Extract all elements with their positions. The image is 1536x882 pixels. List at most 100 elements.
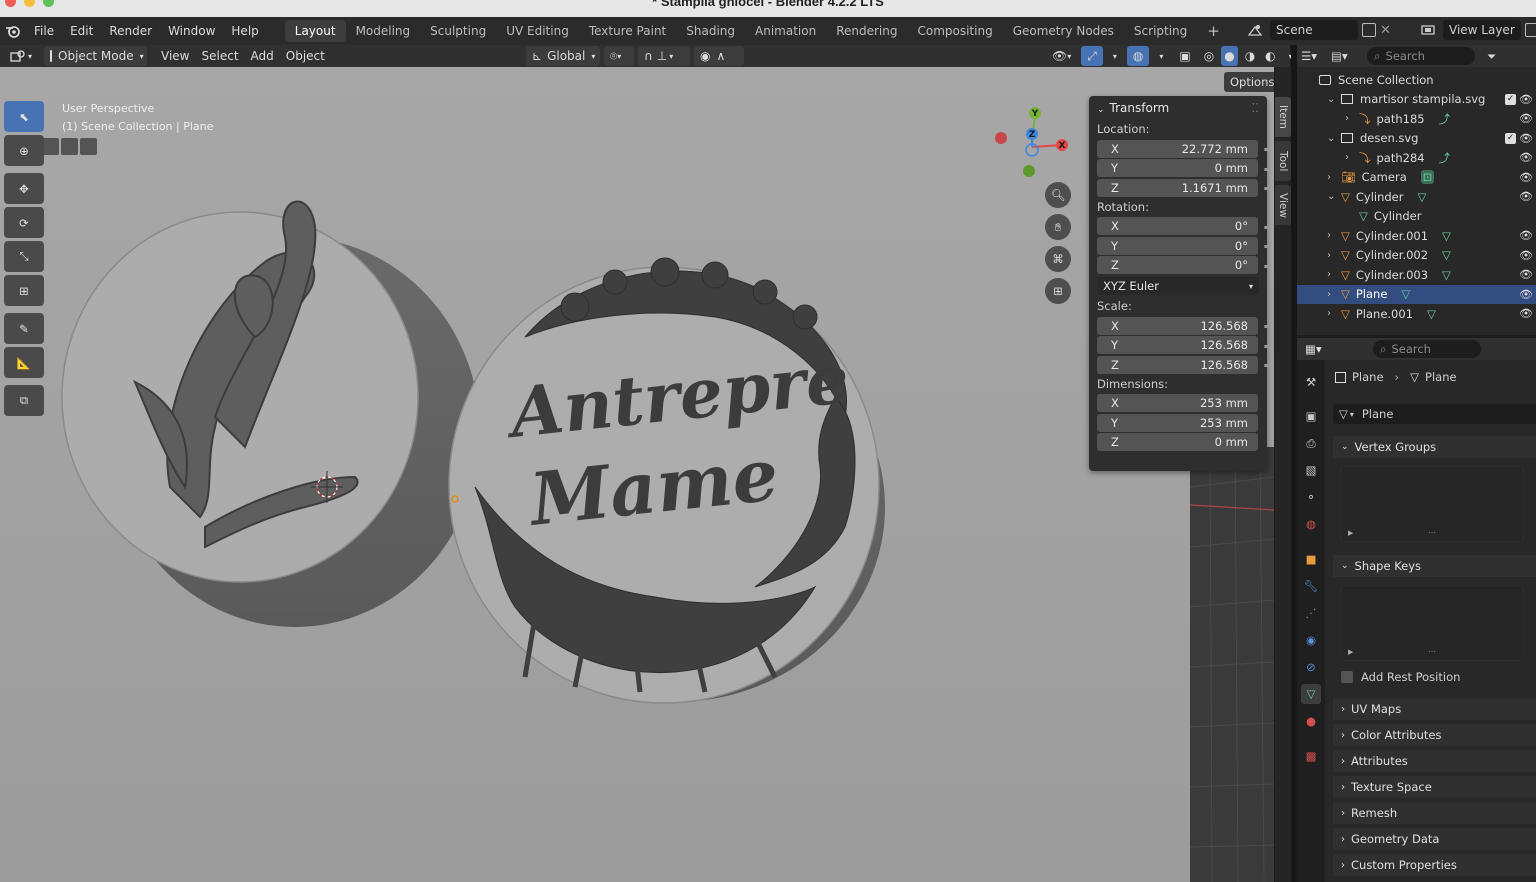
shading-material-icon[interactable]: ◑ xyxy=(1242,46,1258,66)
sidebar-tab-tool[interactable]: Tool xyxy=(1275,141,1291,181)
scene-name-field[interactable]: Scene xyxy=(1270,20,1358,40)
output-properties-tab[interactable]: ⎙ xyxy=(1301,433,1321,453)
navigation-gizmo[interactable]: Y X Z xyxy=(990,105,1070,185)
particle-properties-tab[interactable]: ⋰ xyxy=(1301,603,1321,623)
zoom-icon[interactable]: 🔍︎ xyxy=(1045,182,1071,208)
options-button[interactable]: Options▾ xyxy=(1224,72,1274,92)
right-stamp-cylinder[interactable]: Antrepre Mame xyxy=(448,257,885,704)
new-scene-icon[interactable] xyxy=(1362,23,1376,37)
tab-texture-paint[interactable]: Texture Paint xyxy=(579,20,676,42)
world-properties-tab[interactable]: ◍ xyxy=(1301,514,1321,534)
collapsed-panel-header[interactable]: › Custom Properties xyxy=(1333,854,1536,876)
editor-type-button[interactable]: ▾ xyxy=(4,46,38,66)
scale-y-field[interactable]: Y 126.568 xyxy=(1097,336,1258,355)
pivot-point-selector[interactable]: ⌾ ▾ xyxy=(604,46,634,66)
chevron-down-icon[interactable]: ⌄ xyxy=(1327,94,1341,105)
rotation-z-field[interactable]: Z 0° xyxy=(1097,256,1258,275)
filter-icon[interactable]: ⏷ xyxy=(1487,49,1496,64)
rotation-mode-selector[interactable]: XYZ Euler ▾ xyxy=(1097,277,1259,295)
object-properties-tab[interactable]: ■ xyxy=(1301,549,1321,569)
minimize-window-button[interactable] xyxy=(24,0,35,7)
dimensions-y-field[interactable]: Y 253 mm xyxy=(1097,413,1258,432)
outliner-item[interactable]: ▽ Cylinder xyxy=(1297,207,1536,227)
outliner-search-input[interactable]: ⌕ Search xyxy=(1367,47,1475,65)
tab-rendering[interactable]: Rendering xyxy=(826,20,907,42)
view-layer-icon[interactable] xyxy=(1417,20,1439,40)
scale-x-field[interactable]: X 126.568 xyxy=(1097,316,1258,335)
view-layer-name-field[interactable]: View Layer xyxy=(1443,20,1521,40)
tool-properties-tab[interactable]: ⚒ xyxy=(1301,372,1321,392)
tab-uv-editing[interactable]: UV Editing xyxy=(496,20,579,42)
select-box-tool[interactable]: ⬉ xyxy=(4,101,44,132)
menu-window[interactable]: Window xyxy=(160,17,223,45)
play-triangle-icon[interactable]: ▶ xyxy=(1348,648,1353,656)
transform-tool[interactable]: ⊞ xyxy=(4,275,44,306)
collapsed-panel-header[interactable]: › Remesh xyxy=(1333,802,1536,824)
lock-icon[interactable]: 🔓︎ xyxy=(1264,320,1270,331)
tab-animation[interactable]: Animation xyxy=(745,20,826,42)
location-x-field[interactable]: X 22.772 mm xyxy=(1097,139,1258,158)
rotation-x-field[interactable]: X 0° xyxy=(1097,217,1258,236)
rotation-y-field[interactable]: Y 0° xyxy=(1097,236,1258,255)
proportional-editing-toggle[interactable]: ◉ ∧ xyxy=(694,46,744,66)
left-stamp-cylinder[interactable] xyxy=(61,200,480,627)
remove-scene-icon[interactable]: ✕ xyxy=(1380,23,1391,38)
outliner-item[interactable]: ⌄ martisor stampila.svg ✓ 👁︎ xyxy=(1297,90,1536,110)
visibility-selector-icon[interactable]: 👁 ▾ xyxy=(1046,46,1077,66)
tab-modeling[interactable]: Modeling xyxy=(346,20,421,42)
select-invert-icon[interactable] xyxy=(61,138,78,155)
location-y-field[interactable]: Y 0 mm xyxy=(1097,159,1258,178)
collapsed-panel-header[interactable]: › Geometry Data xyxy=(1333,828,1536,850)
eye-icon[interactable]: 👁︎ xyxy=(1519,288,1533,301)
properties-editor-type-icon[interactable]: ▦▾ xyxy=(1305,342,1335,356)
chevron-right-icon[interactable]: › xyxy=(1327,289,1341,300)
dimensions-z-field[interactable]: Z 0 mm xyxy=(1097,433,1258,452)
shape-keys-panel-header[interactable]: ⌄ Shape Keys xyxy=(1333,555,1536,577)
perspective-toggle-icon[interactable]: ⊞ xyxy=(1045,278,1071,304)
lock-icon[interactable]: 🔓︎ xyxy=(1264,143,1270,154)
outliner-item[interactable]: ⌄ ▽ Cylinder ▽ 👁︎ xyxy=(1297,187,1536,207)
menu-select[interactable]: Select xyxy=(196,46,245,66)
exclude-checkbox[interactable]: ✓ xyxy=(1505,132,1516,144)
eye-icon[interactable]: 👁︎ xyxy=(1519,268,1533,281)
close-window-button[interactable] xyxy=(5,0,16,7)
lock-icon[interactable]: 🔓︎ xyxy=(1264,340,1270,351)
physics-properties-tab[interactable]: ◉ xyxy=(1301,630,1321,650)
chevron-down-icon[interactable]: ⌄ xyxy=(1327,133,1341,144)
menu-add[interactable]: Add xyxy=(245,46,280,66)
chevron-right-icon[interactable]: › xyxy=(1327,172,1341,183)
drag-handle-icon[interactable]: ⁚⁚ xyxy=(1251,96,1259,120)
tab-shading[interactable]: Shading xyxy=(676,20,745,42)
resize-handle-icon[interactable]: ⋯ xyxy=(1428,647,1436,656)
tab-geometry-nodes[interactable]: Geometry Nodes xyxy=(1003,20,1124,42)
outliner-item[interactable]: › ⤵ path284 ⤴ 👁︎ xyxy=(1297,148,1536,168)
sidebar-tab-item[interactable]: Item xyxy=(1275,97,1291,137)
outliner-item[interactable]: › ⤵ path185 ⤴ 👁︎ xyxy=(1297,109,1536,129)
mode-selector[interactable]: Object Mode ▾ xyxy=(44,46,148,66)
outliner-root[interactable]: Scene Collection xyxy=(1297,70,1536,90)
lock-icon[interactable]: 🔓︎ xyxy=(1264,359,1270,370)
gizmo-neg-x[interactable] xyxy=(995,132,1007,144)
vertex-groups-list[interactable]: ▶ ⋯ xyxy=(1341,466,1523,542)
outliner-item[interactable]: › ▽ Cylinder.001 ▽ 👁︎ xyxy=(1297,226,1536,246)
sidebar-tab-view[interactable]: View xyxy=(1275,185,1291,225)
eye-icon[interactable]: 👁︎ xyxy=(1519,249,1533,262)
outliner-editor-type-icon[interactable]: ☰▾ xyxy=(1301,49,1331,63)
lock-icon[interactable]: 🔓︎ xyxy=(1264,240,1270,251)
chevron-down-icon[interactable]: ⌄ xyxy=(1327,191,1341,202)
lock-icon[interactable]: 🔓︎ xyxy=(1264,163,1270,174)
eye-icon[interactable]: 👁︎ xyxy=(1519,112,1533,125)
lock-icon[interactable]: 🔓︎ xyxy=(1264,221,1270,232)
menu-render[interactable]: Render xyxy=(101,17,160,45)
measure-tool[interactable]: 📐 xyxy=(4,347,44,378)
properties-search-input[interactable]: ⌕ Search xyxy=(1373,340,1481,358)
exclude-checkbox[interactable]: ✓ xyxy=(1505,93,1516,105)
menu-help[interactable]: Help xyxy=(223,17,266,45)
shape-keys-list[interactable]: ▶ ⋯ xyxy=(1341,585,1523,661)
zoom-window-button[interactable] xyxy=(43,0,54,7)
tab-sculpting[interactable]: Sculpting xyxy=(420,20,496,42)
menu-object[interactable]: Object xyxy=(280,46,331,66)
tab-compositing[interactable]: Compositing xyxy=(907,20,1002,42)
chevron-right-icon[interactable]: › xyxy=(1327,269,1341,280)
snap-toggle[interactable]: ∩ ⊥ ▾ xyxy=(638,46,690,66)
